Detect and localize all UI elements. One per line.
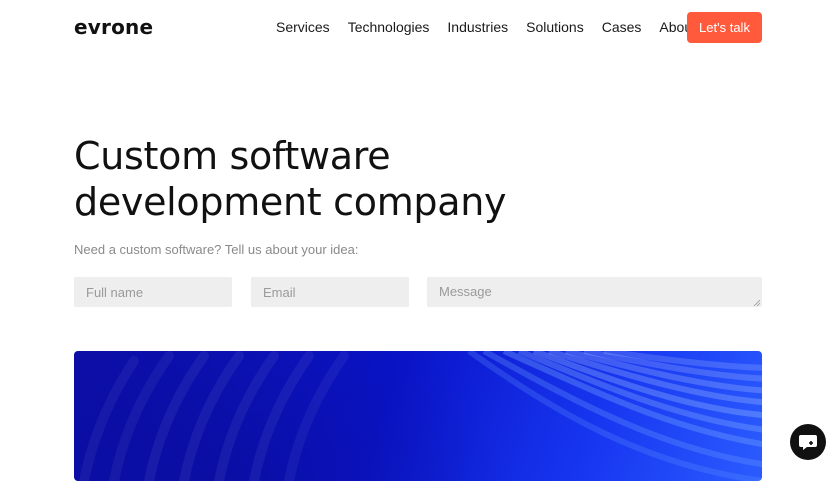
form-prompt: Need a custom software? Tell us about yo… [74,242,359,257]
page-title-line-2: development company [74,180,507,224]
message-textarea[interactable] [427,277,762,307]
page-title: Custom software development company [74,133,594,225]
main-nav: Services Technologies Industries Solutio… [276,19,714,35]
nav-item-cases[interactable]: Cases [602,19,642,35]
site-header: evrone Services Technologies Industries … [0,0,835,56]
resize-handle-icon[interactable] [754,300,760,306]
nav-item-industries[interactable]: Industries [447,19,508,35]
chat-icon [799,435,817,450]
nav-item-solutions[interactable]: Solutions [526,19,584,35]
chat-button[interactable] [790,424,826,460]
page-title-line-1: Custom software [74,134,391,178]
lets-talk-button[interactable]: Let's talk [687,12,762,43]
full-name-input[interactable] [74,277,232,307]
nav-item-technologies[interactable]: Technologies [348,19,430,35]
logo[interactable]: evrone [74,15,153,39]
email-input[interactable] [251,277,409,307]
banner-wave-pattern [79,351,762,481]
hero-banner-image [74,351,762,481]
nav-item-services[interactable]: Services [276,19,330,35]
